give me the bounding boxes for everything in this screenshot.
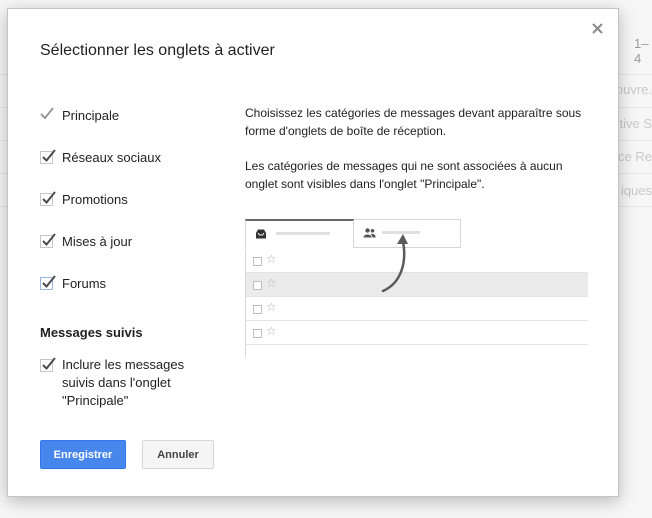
checkmark-icon: [42, 357, 56, 370]
include-starred-checkbox[interactable]: [40, 357, 56, 372]
placeholder-bar: [382, 231, 420, 234]
preview-row: ☆: [246, 297, 588, 321]
star-icon: ☆: [266, 276, 277, 290]
category-checkbox[interactable]: [40, 190, 56, 206]
save-button[interactable]: Enregistrer: [40, 440, 126, 469]
include-starred-label: Inclure les messages suivis dans l'ongle…: [62, 357, 185, 408]
category-reseaux-sociaux[interactable]: Réseaux sociaux: [40, 147, 161, 167]
star-icon: ☆: [266, 252, 277, 266]
background-snippet: tive S: [619, 116, 652, 131]
preview-row: ☆: [246, 249, 588, 273]
checkmark-icon: [42, 232, 56, 246]
preview-tab-primary: [245, 219, 354, 248]
category-label: Réseaux sociaux: [62, 149, 161, 165]
placeholder-bar: [276, 232, 330, 235]
star-icon: ☆: [266, 300, 277, 314]
preview-row: ☆: [246, 321, 588, 345]
mini-checkbox: [253, 257, 262, 266]
preview-message-list: ☆ ☆ ☆ ☆: [245, 249, 588, 357]
preview-list-tail: [246, 345, 588, 357]
pagination-count: 1–4: [634, 36, 649, 66]
mini-checkbox: [253, 329, 262, 338]
select-tabs-dialog: Sélectionner les onglets à activer Princ…: [7, 8, 619, 497]
category-label: Promotions: [62, 191, 128, 207]
mini-checkbox: [253, 305, 262, 314]
tabs-preview-illustration: ☆ ☆ ☆ ☆: [245, 219, 588, 364]
category-promotions[interactable]: Promotions: [40, 189, 128, 209]
dialog-title: Sélectionner les onglets à activer: [40, 42, 275, 59]
category-checkbox[interactable]: [40, 274, 56, 290]
background-snippet: ce Re: [618, 149, 652, 164]
inbox-icon: [256, 229, 266, 239]
category-principale: Principale: [40, 105, 119, 125]
description-paragraph: Choisissez les catégories de messages de…: [245, 106, 582, 138]
category-label: Forums: [62, 275, 107, 291]
category-label: Mises à jour: [62, 233, 133, 249]
category-checkbox[interactable]: [40, 232, 56, 248]
people-icon: [363, 228, 376, 238]
checkmark-icon: [40, 106, 54, 122]
starred-section-heading: Messages suivis: [40, 325, 143, 340]
preview-tab-social: [354, 219, 461, 248]
include-starred-option[interactable]: Inclure les messages suivis dans l'ongle…: [40, 356, 202, 410]
category-mises-a-jour[interactable]: Mises à jour: [40, 231, 132, 251]
category-label: Principale: [62, 107, 120, 123]
mini-checkbox: [253, 281, 262, 290]
description-paragraph: Les catégories de messages qui ne sont a…: [245, 159, 563, 191]
category-forums[interactable]: Forums: [40, 273, 106, 293]
close-icon[interactable]: [590, 21, 606, 37]
checkmark-icon: [42, 190, 56, 204]
checkmark-icon: [42, 274, 56, 288]
background-snippet: ouvre.: [615, 82, 652, 97]
cancel-button[interactable]: Annuler: [142, 440, 214, 469]
background-snippet: iques: [620, 183, 652, 198]
star-icon: ☆: [266, 324, 277, 338]
preview-row: ☆: [246, 273, 588, 297]
checkmark-icon: [42, 148, 56, 162]
category-checkbox[interactable]: [40, 148, 56, 164]
